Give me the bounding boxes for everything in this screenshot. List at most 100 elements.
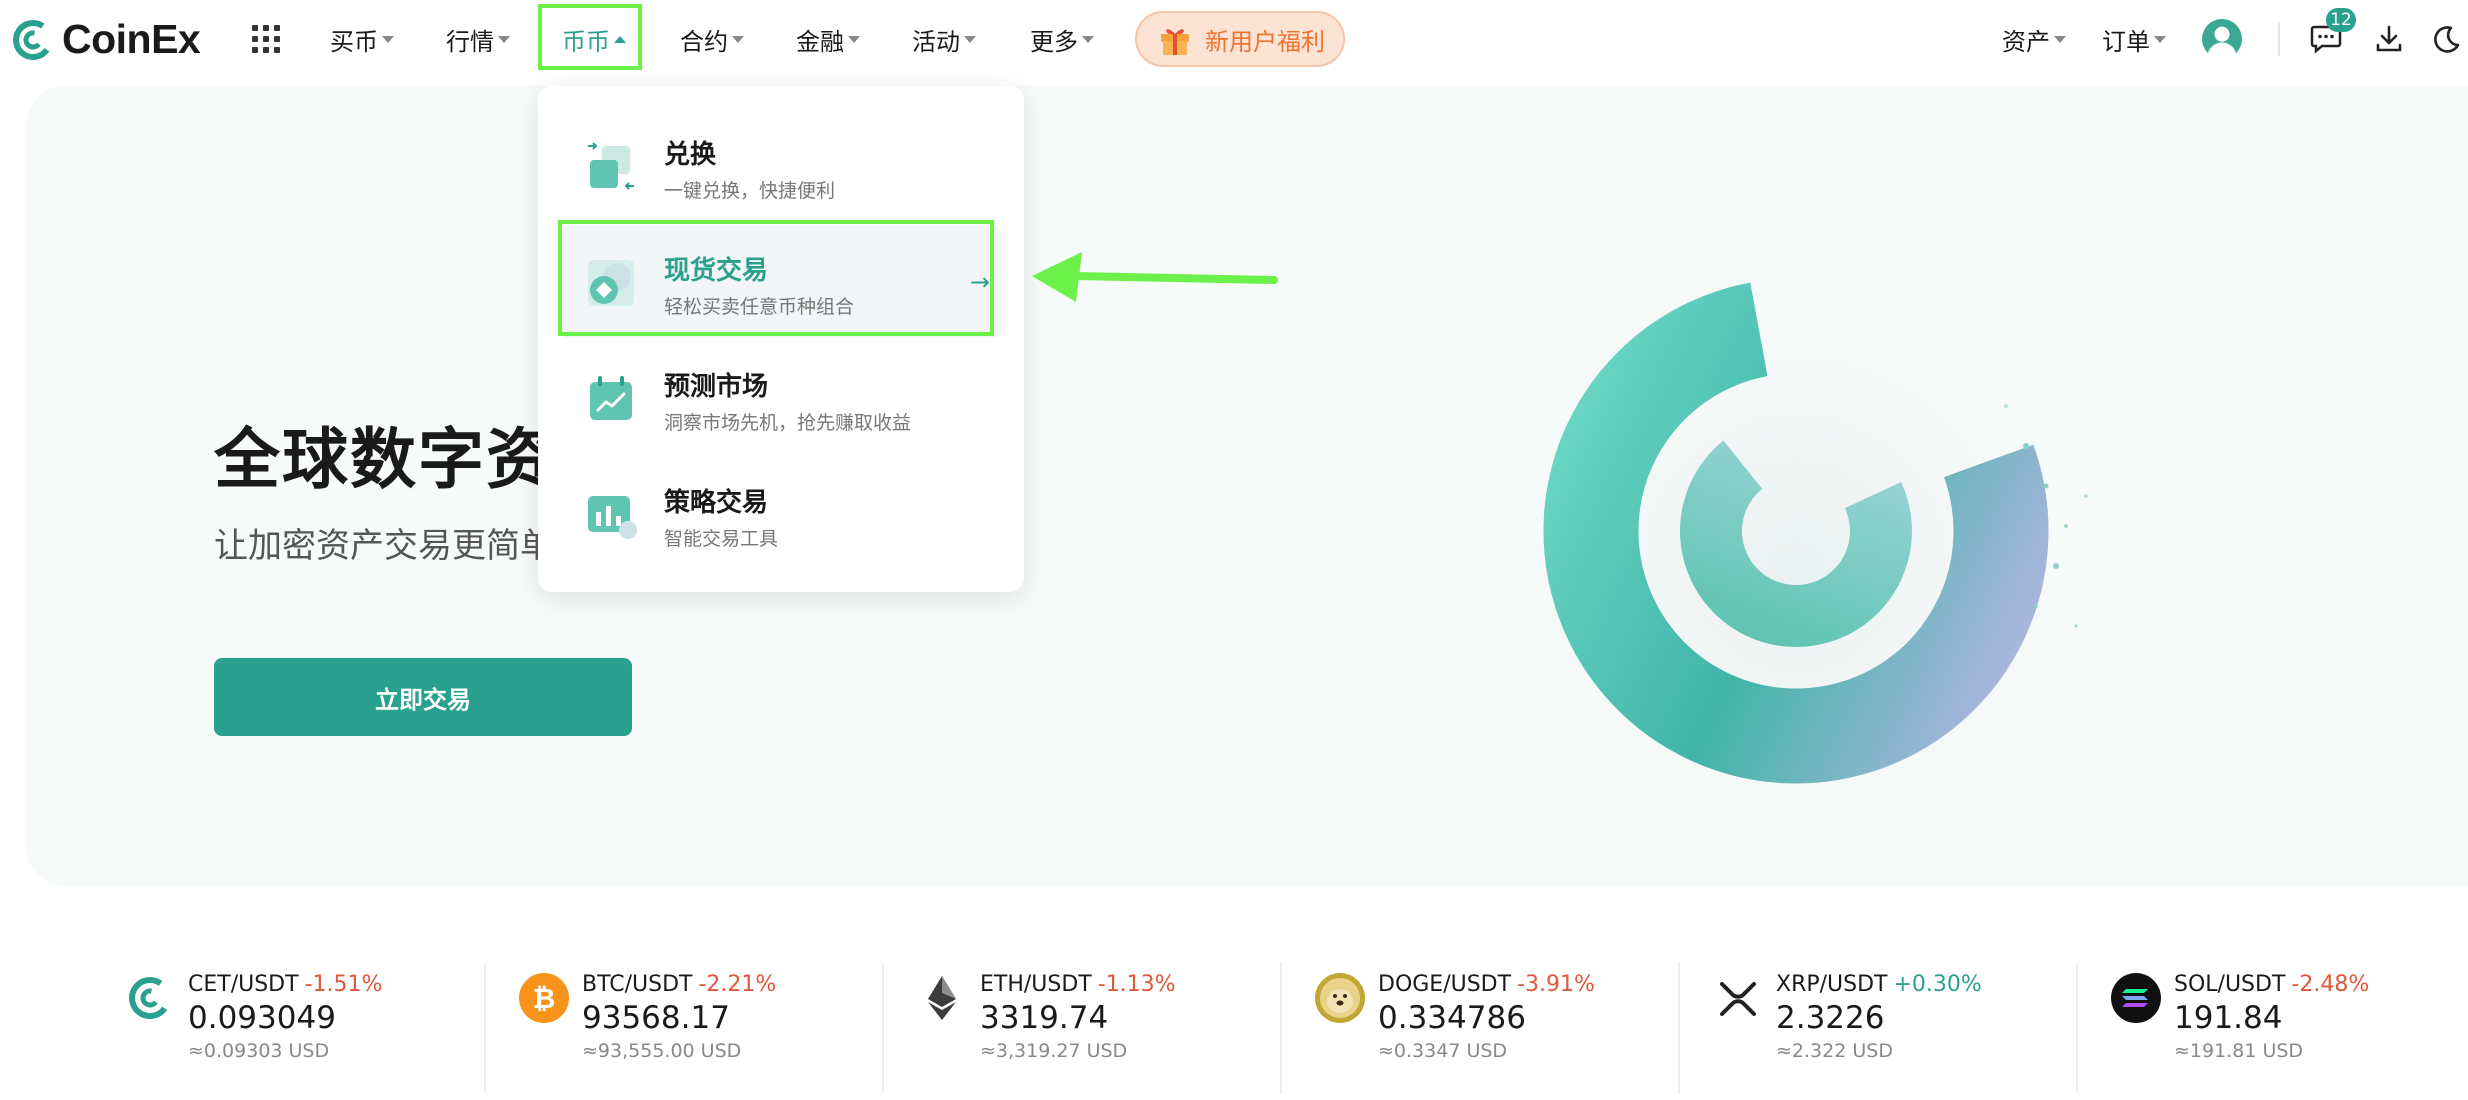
trade-now-button[interactable]: 立即交易	[214, 658, 632, 736]
nav-finance[interactable]: 金融	[796, 0, 860, 78]
ticker-change-cet: -1.51%	[304, 972, 383, 997]
dropdown-item-convert-desc: 一键兑换，快捷便利	[664, 180, 836, 202]
market-ticker: CET/USDT -1.51% 0.093049 ≈0.09303 USD ₿ B…	[0, 940, 2468, 1100]
ticker-usd-doge: ≈0.3347 USD	[1378, 1040, 1508, 1062]
ticker-change-eth: -1.13%	[1097, 972, 1176, 997]
user-avatar-icon[interactable]	[2202, 19, 2242, 59]
convert-icon	[588, 142, 634, 190]
ticker-divider	[882, 962, 884, 1094]
nav-futures-label: 合约	[680, 27, 728, 56]
chevron-down-icon	[964, 35, 976, 43]
ticker-pair-cet: CET/USDT -1.51%	[188, 972, 382, 997]
new-user-promo-button[interactable]: 新用户福利	[1135, 11, 1345, 67]
dropdown-item-strategy-trading-title: 策略交易	[664, 488, 769, 518]
chevron-down-icon	[498, 35, 510, 43]
ticker-divider	[1678, 962, 1680, 1094]
brand-name: CoinEx	[62, 16, 201, 62]
nav-more-label: 更多	[1030, 27, 1078, 56]
ticker-item-doge[interactable]: DOGE/USDT -3.91% 0.334786 ≈0.3347 USD	[1314, 940, 1712, 1100]
ticker-pair-cet-label: CET/USDT	[188, 972, 299, 997]
dropdown-item-prediction-market-title: 预测市场	[664, 372, 769, 402]
chevron-down-icon	[382, 35, 394, 43]
highlight-box-spot-trading	[558, 220, 994, 336]
ticker-usd-xrp: ≈2.322 USD	[1776, 1040, 1893, 1062]
coinex-logo-icon	[13, 19, 53, 60]
ticker-item-cet[interactable]: CET/USDT -1.51% 0.093049 ≈0.09303 USD	[124, 940, 522, 1100]
top-nav: CoinEx 买币 行情 币币 合约 金融 活动 更多 新用户福利 资产 订单 …	[0, 0, 2468, 78]
prediction-market-icon	[590, 376, 632, 420]
nav-markets[interactable]: 行情	[446, 0, 510, 78]
ticker-usd-btc: ≈93,555.00 USD	[582, 1040, 742, 1062]
chevron-down-icon	[732, 35, 744, 43]
nav-activities-label: 活动	[912, 27, 960, 56]
highlight-box-nav-spot	[538, 4, 642, 70]
ticker-change-doge: -3.91%	[1517, 972, 1595, 997]
ticker-change-sol: -2.48%	[2291, 972, 2370, 997]
strategy-trading-icon	[588, 496, 637, 539]
ticker-divider	[2076, 962, 2078, 1094]
ticker-price-cet: 0.093049	[188, 1000, 336, 1036]
promo-label: 新用户福利	[1205, 27, 1325, 56]
dropdown-item-strategy-trading-desc: 智能交易工具	[664, 528, 779, 550]
xrp-coin-icon	[1720, 982, 1756, 1016]
nav-finance-label: 金融	[796, 27, 844, 56]
moon-icon[interactable]	[2432, 24, 2462, 54]
ticker-pair-sol-label: SOL/USDT	[2174, 972, 2286, 997]
coinex-3d-logo-art	[1476, 246, 2116, 866]
ticker-usd-sol: ≈191.81 USD	[2174, 1040, 2304, 1062]
cet-coin-icon	[129, 977, 171, 1019]
ticker-item-eth[interactable]: ETH/USDT -1.13% 3319.74 ≈3,319.27 USD	[916, 940, 1314, 1100]
nav-activities[interactable]: 活动	[912, 0, 976, 78]
ticker-price-sol: 191.84	[2174, 1000, 2283, 1036]
nav-buy-crypto-label: 买币	[330, 27, 378, 56]
ticker-price-doge: 0.334786	[1378, 1000, 1526, 1036]
apps-grid-icon[interactable]	[252, 25, 280, 53]
dropdown-item-convert-title: 兑换	[664, 140, 717, 170]
chevron-down-icon	[848, 35, 860, 43]
ticker-divider	[1280, 962, 1282, 1094]
chevron-down-icon	[2054, 35, 2066, 43]
ticker-item-xrp[interactable]: XRP/USDT +0.30% 2.3226 ≈2.322 USD	[1712, 940, 2110, 1100]
eth-coin-icon	[928, 976, 956, 1020]
ticker-pair-eth: ETH/USDT -1.13%	[980, 972, 1176, 997]
ticker-change-xrp: +0.30%	[1893, 972, 1982, 997]
gift-icon	[1161, 29, 1189, 55]
dropdown-item-prediction-market-desc: 洞察市场先机，抢先赚取收益	[664, 412, 912, 434]
nav-buy-crypto[interactable]: 买币	[330, 0, 394, 78]
ticker-item-sol[interactable]: SOL/USDT -2.48% 191.84 ≈191.81 USD	[2110, 940, 2468, 1100]
ticker-divider	[484, 962, 486, 1094]
ticker-price-btc: 93568.17	[582, 1000, 730, 1036]
ticker-pair-xrp-label: XRP/USDT	[1776, 972, 1888, 997]
ticker-pair-btc-label: BTC/USDT	[582, 972, 693, 997]
ticker-usd-eth: ≈3,319.27 USD	[980, 1040, 1128, 1062]
nav-more[interactable]: 更多	[1030, 0, 1094, 78]
dropdown-item-strategy-trading[interactable]: 策略交易 智能交易工具	[560, 458, 1002, 570]
ticker-item-btc[interactable]: ₿ BTC/USDT -2.21% 93568.17 ≈93,555.00 USD	[518, 940, 916, 1100]
dropdown-item-prediction-market[interactable]: 预测市场 洞察市场先机，抢先赚取收益	[560, 342, 1002, 454]
doge-coin-icon	[1315, 973, 1365, 1023]
download-icon[interactable]	[2374, 24, 2404, 54]
nav-divider	[2278, 22, 2280, 56]
ticker-pair-btc: BTC/USDT -2.21%	[582, 972, 776, 997]
ticker-pair-sol: SOL/USDT -2.48%	[2174, 972, 2369, 997]
nav-assets[interactable]: 资产	[2002, 0, 2066, 78]
chevron-down-icon	[2154, 35, 2166, 43]
coinex-logo[interactable]: CoinEx	[10, 16, 201, 63]
ticker-pair-eth-label: ETH/USDT	[980, 972, 1092, 997]
chevron-down-icon	[1082, 35, 1094, 43]
btc-coin-icon: ₿	[519, 973, 569, 1023]
ticker-pair-xrp: XRP/USDT +0.30%	[1776, 972, 1982, 997]
hero-subtitle: 让加密资产交易更简单	[214, 526, 554, 566]
ticker-pair-doge: DOGE/USDT -3.91%	[1378, 972, 1595, 997]
nav-futures[interactable]: 合约	[680, 0, 744, 78]
nav-assets-label: 资产	[2002, 27, 2050, 56]
hero-banner: 全球数字资产 让加密资产交易更简单 立即交易	[26, 86, 2468, 886]
annotation-arrow-icon	[1032, 252, 1278, 302]
nav-orders[interactable]: 订单	[2102, 0, 2166, 78]
nav-markets-label: 行情	[446, 27, 494, 56]
dropdown-item-convert[interactable]: 兑换 一键兑换，快捷便利	[560, 110, 1002, 222]
spot-dropdown-menu: 兑换 一键兑换，快捷便利 现货交易 轻松买卖任意币种组合 → 预测市场 洞察市场…	[538, 86, 1024, 592]
ticker-price-xrp: 2.3226	[1776, 1000, 1885, 1036]
ticker-change-btc: -2.21%	[698, 972, 777, 997]
message-count-badge: 12	[2326, 8, 2356, 32]
